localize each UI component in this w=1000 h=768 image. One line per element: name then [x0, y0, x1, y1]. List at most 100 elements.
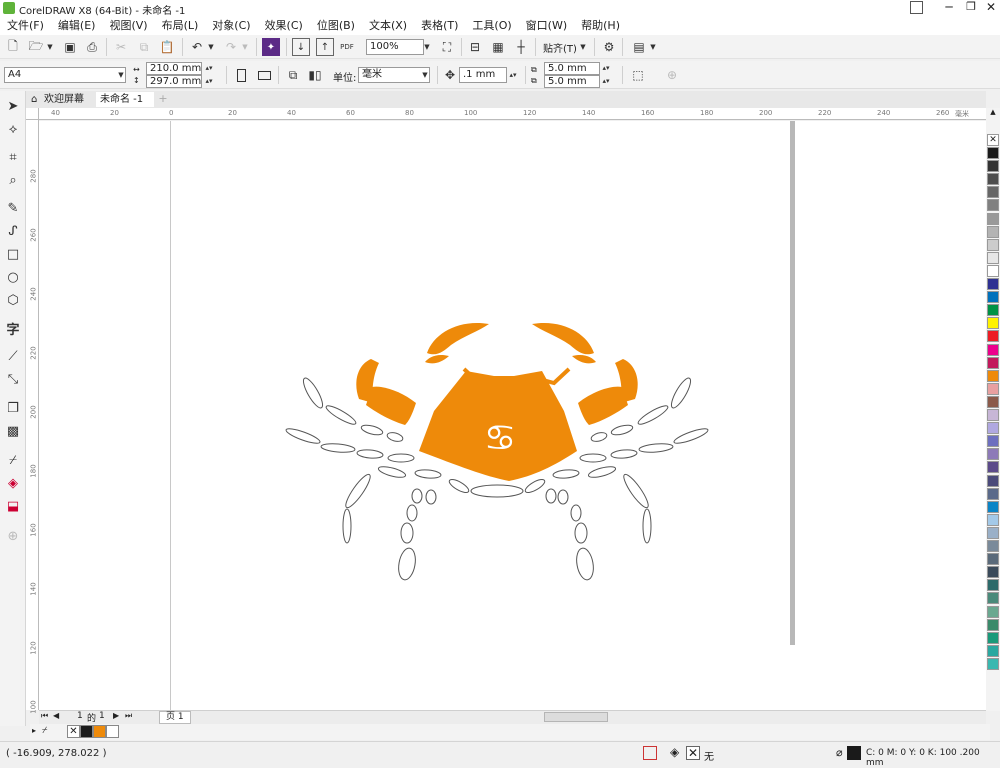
all-pages-icon[interactable]: ⧉: [284, 66, 302, 84]
open-folder-icon[interactable]: 🗁: [27, 38, 45, 56]
palette-swatch[interactable]: [987, 566, 999, 579]
page-nav-next-icon[interactable]: ▶: [113, 711, 119, 720]
polygon-tool-icon[interactable]: ⬡: [4, 291, 22, 309]
new-document-icon[interactable]: 🗋: [4, 38, 22, 56]
minimize-button[interactable]: ─: [940, 0, 958, 16]
color-proof-icon[interactable]: [643, 746, 657, 760]
ellipse-tool-icon[interactable]: ○: [4, 268, 22, 286]
page-tab-1[interactable]: 页 1: [159, 711, 191, 724]
fill-none-swatch[interactable]: ✕: [686, 746, 700, 760]
launcher-dropdown-chevron-icon[interactable]: ▼: [648, 40, 658, 54]
horizontal-ruler[interactable]: 40 20 0 20 40 60 80 100 120 140 160 180 200 220 240 260…: [39, 108, 986, 120]
menu-layout[interactable]: 布局(L): [155, 17, 206, 35]
palette-swatch[interactable]: [987, 212, 999, 225]
text-tool-icon[interactable]: 字: [4, 319, 22, 338]
menu-view[interactable]: 视图(V): [102, 17, 154, 35]
cut-icon[interactable]: ✂: [112, 38, 130, 56]
undo-dropdown-chevron-icon[interactable]: ▼: [206, 40, 216, 54]
quick-customize-icon[interactable]: ⊕: [663, 66, 681, 84]
document-no-color-swatch[interactable]: ✕: [67, 725, 80, 738]
export-icon[interactable]: ↑: [316, 38, 334, 56]
close-button[interactable]: ✕: [982, 0, 1000, 16]
menu-effects[interactable]: 效果(C): [258, 17, 310, 35]
palette-swatch[interactable]: [987, 264, 999, 277]
add-tab-icon[interactable]: +: [156, 92, 170, 106]
menu-text[interactable]: 文本(X): [362, 17, 414, 35]
palette-swatch[interactable]: [987, 422, 999, 435]
page-nav-first-icon[interactable]: ⏮: [41, 711, 48, 721]
drawing-canvas[interactable]: ♋: [39, 121, 986, 710]
palette-swatch[interactable]: [987, 343, 999, 356]
document-white-swatch[interactable]: [106, 725, 119, 738]
palette-swatch[interactable]: [987, 173, 999, 186]
nudge-distance-field[interactable]: .1 mm: [459, 67, 507, 83]
outline-color-swatch[interactable]: [847, 746, 861, 760]
save-icon[interactable]: ▣: [61, 38, 79, 56]
ruler-origin[interactable]: [26, 108, 39, 120]
page-size-dropdown-chevron-icon[interactable]: ▼: [116, 68, 126, 82]
palette-swatch[interactable]: [987, 225, 999, 238]
palette-swatch[interactable]: [987, 186, 999, 199]
copy-icon[interactable]: ⧉: [135, 38, 153, 56]
palette-swatch[interactable]: [987, 317, 999, 330]
search-content-icon[interactable]: ✦: [262, 38, 280, 56]
width-spinner[interactable]: ▴▾: [204, 62, 214, 74]
palette-swatch[interactable]: [987, 278, 999, 290]
menu-file[interactable]: 文件(F): [0, 17, 51, 35]
eyedropper-icon[interactable]: ⌿: [42, 726, 47, 736]
eyedropper-tool-icon[interactable]: ⌿: [4, 451, 22, 469]
horizontal-scrollbar-thumb[interactable]: [544, 712, 608, 722]
pick-tool-icon[interactable]: ➤: [4, 97, 22, 115]
palette-swatch[interactable]: [987, 461, 999, 474]
palette-swatch[interactable]: [987, 304, 999, 317]
page-width-field[interactable]: 210.0 mm: [146, 62, 202, 75]
palette-swatch[interactable]: [987, 369, 999, 382]
shape-tool-icon[interactable]: ⟡: [4, 120, 22, 138]
menu-edit[interactable]: 编辑(E): [51, 17, 103, 35]
print-icon[interactable]: ⎙: [83, 38, 101, 56]
vertical-ruler[interactable]: 280 260 240 220 200 180 160 140 120 100: [26, 120, 39, 714]
menu-tools[interactable]: 工具(O): [465, 17, 518, 35]
duplicate-y-spinner[interactable]: ▴▾: [601, 75, 611, 87]
tab-document[interactable]: 未命名 -1: [96, 92, 154, 107]
add-tool-icon[interactable]: ⊕: [4, 527, 22, 545]
units-dropdown-chevron-icon[interactable]: ▼: [420, 68, 430, 82]
palette-swatch[interactable]: [987, 251, 999, 264]
landscape-icon[interactable]: [255, 66, 273, 84]
document-orange-swatch[interactable]: [93, 725, 106, 738]
palette-swatch[interactable]: [987, 513, 999, 526]
palette-swatch[interactable]: [987, 526, 999, 539]
duplicate-y-field[interactable]: 5.0 mm: [544, 75, 600, 88]
smart-fill-tool-icon[interactable]: ⬓: [4, 497, 22, 515]
page-frame-icon[interactable]: ⬚: [629, 66, 647, 84]
redo-dropdown-chevron-icon[interactable]: ▼: [240, 40, 250, 54]
palette-swatch[interactable]: [987, 618, 999, 631]
palette-swatch[interactable]: [987, 579, 999, 592]
show-grid-icon[interactable]: ▦: [489, 38, 507, 56]
open-dropdown-chevron-icon[interactable]: ▼: [45, 40, 55, 54]
page-height-field[interactable]: 297.0 mm: [146, 75, 202, 88]
palette-swatch[interactable]: [987, 395, 999, 408]
palette-swatch[interactable]: [987, 487, 999, 500]
menu-bitmaps[interactable]: 位图(B): [310, 17, 362, 35]
palette-swatch[interactable]: [987, 644, 999, 657]
document-palette-menu-icon[interactable]: ▸: [32, 726, 36, 735]
palette-scroll-up-icon[interactable]: ▲: [987, 108, 999, 118]
zoom-dropdown-chevron-icon[interactable]: ▼: [422, 40, 432, 54]
page-nav-last-icon[interactable]: ⏭: [125, 711, 132, 721]
palette-swatch[interactable]: [987, 592, 999, 605]
page-nav-prev-icon[interactable]: ◀: [53, 711, 59, 720]
snap-dropdown-chevron-icon[interactable]: ▼: [578, 40, 588, 54]
palette-swatch[interactable]: [987, 540, 999, 552]
current-page-icon[interactable]: ▮▯: [306, 66, 324, 84]
redo-icon[interactable]: ↷: [222, 38, 240, 56]
palette-swatch[interactable]: [987, 409, 999, 421]
interactive-fill-tool-icon[interactable]: ◈: [4, 474, 22, 492]
palette-swatch[interactable]: [987, 500, 999, 513]
palette-swatch[interactable]: [987, 160, 999, 173]
menu-help[interactable]: 帮助(H): [574, 17, 627, 35]
page-size-select[interactable]: A4: [4, 67, 126, 83]
document-black-swatch[interactable]: [80, 725, 93, 738]
palette-swatch[interactable]: [987, 553, 999, 566]
duplicate-x-field[interactable]: 5.0 mm: [544, 62, 600, 75]
